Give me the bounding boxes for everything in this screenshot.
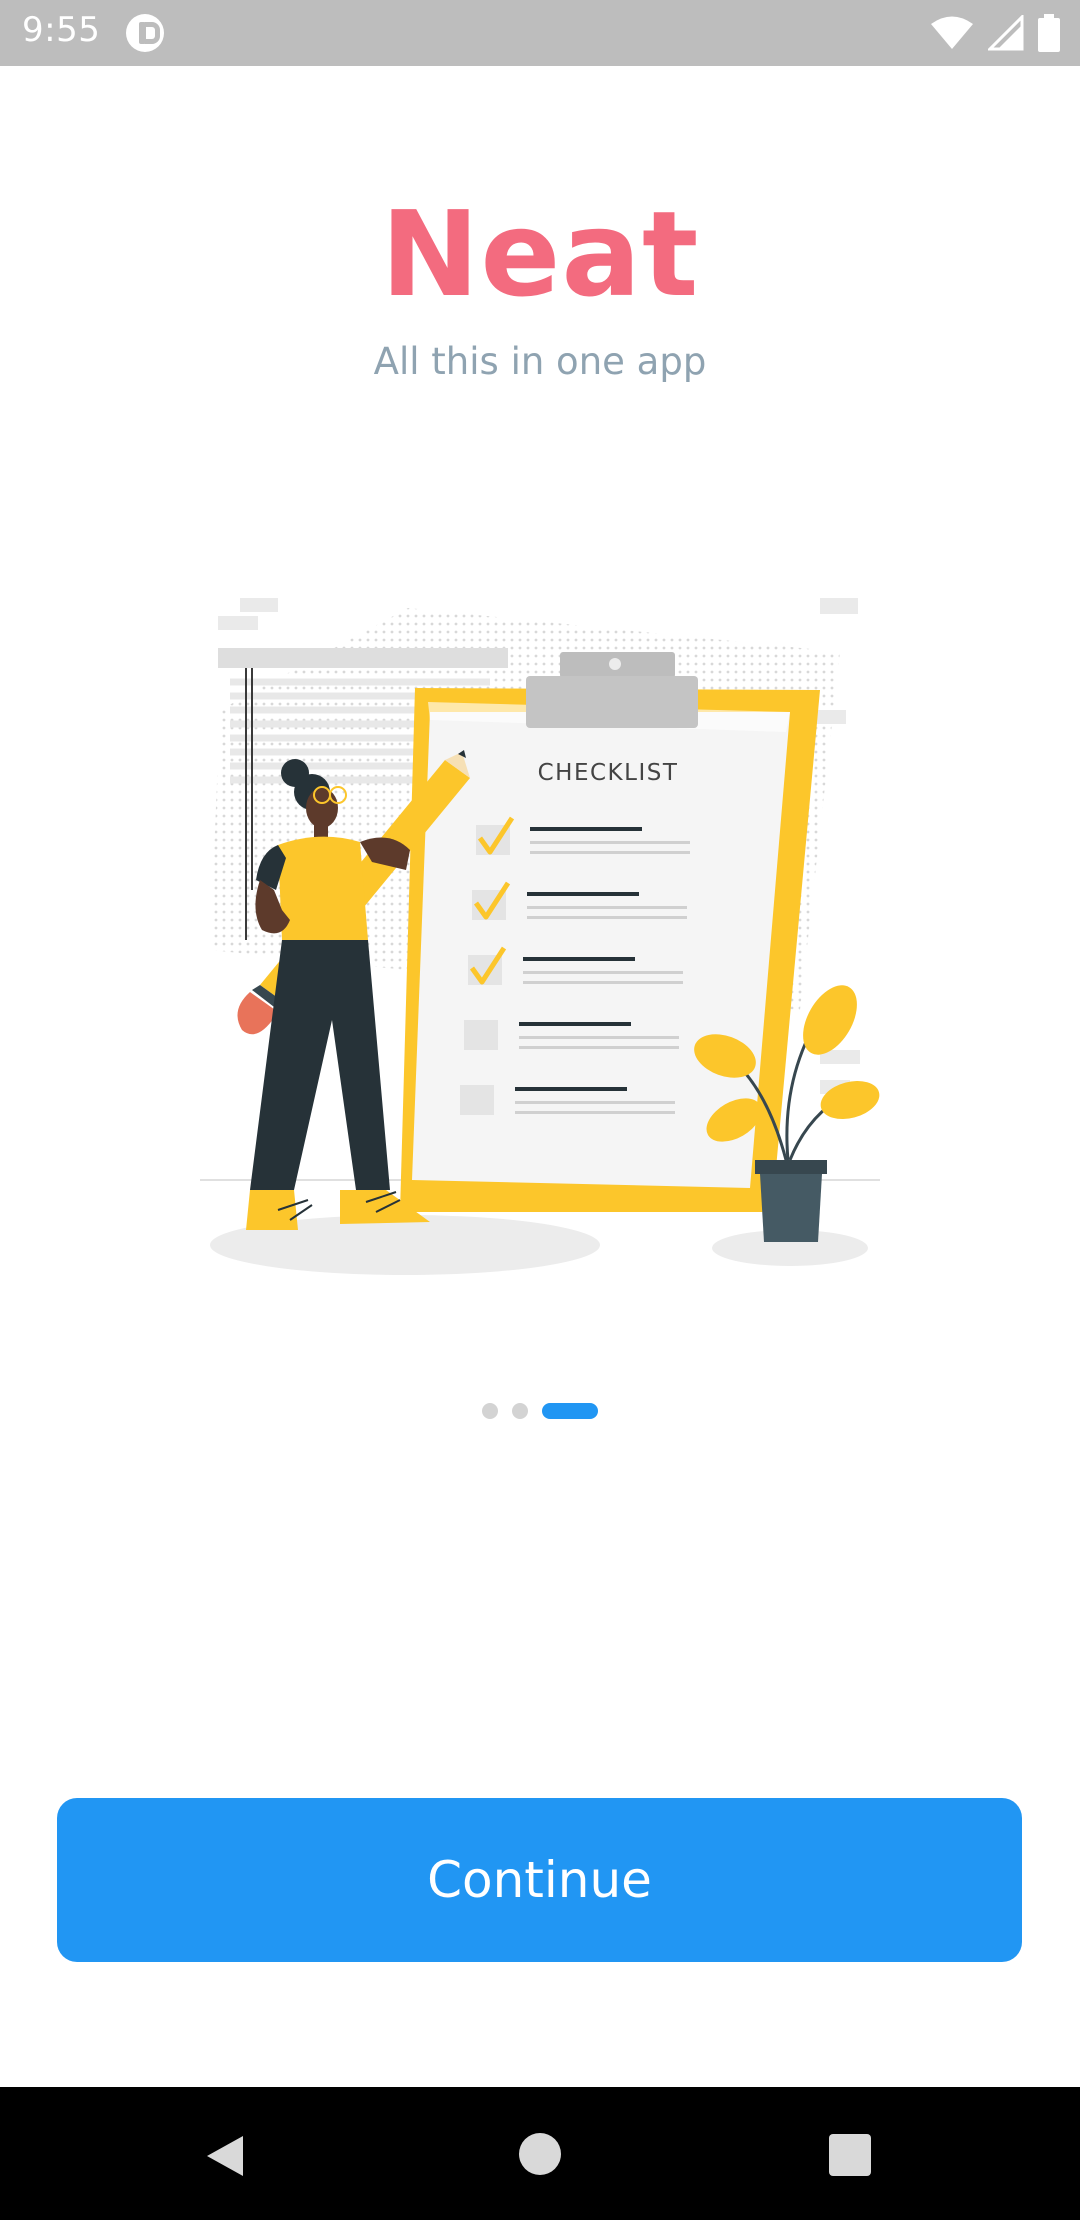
app-title: Neat xyxy=(380,185,700,323)
cellular-signal-icon xyxy=(988,15,1024,51)
app-subtitle: All this in one app xyxy=(373,340,707,383)
checklist-illustration: CHECKLIST xyxy=(200,598,880,1275)
continue-button[interactable]: Continue xyxy=(57,1798,1022,1962)
battery-icon xyxy=(1038,14,1060,52)
status-bar: 9:55 xyxy=(0,0,1080,66)
page-indicator xyxy=(0,1403,1080,1419)
recents-icon[interactable] xyxy=(829,2134,871,2176)
checklist-heading: CHECKLIST xyxy=(538,760,679,786)
page-dot[interactable] xyxy=(512,1403,528,1419)
page-dot-active[interactable] xyxy=(542,1403,598,1419)
app-notification-icon xyxy=(126,14,164,52)
back-icon[interactable] xyxy=(203,2134,247,2178)
navigation-bar xyxy=(0,2087,1080,2220)
status-time: 9:55 xyxy=(22,10,101,50)
wifi-icon xyxy=(931,16,973,49)
home-icon[interactable] xyxy=(519,2133,561,2175)
page-dot[interactable] xyxy=(482,1403,498,1419)
status-icons xyxy=(930,14,1060,52)
